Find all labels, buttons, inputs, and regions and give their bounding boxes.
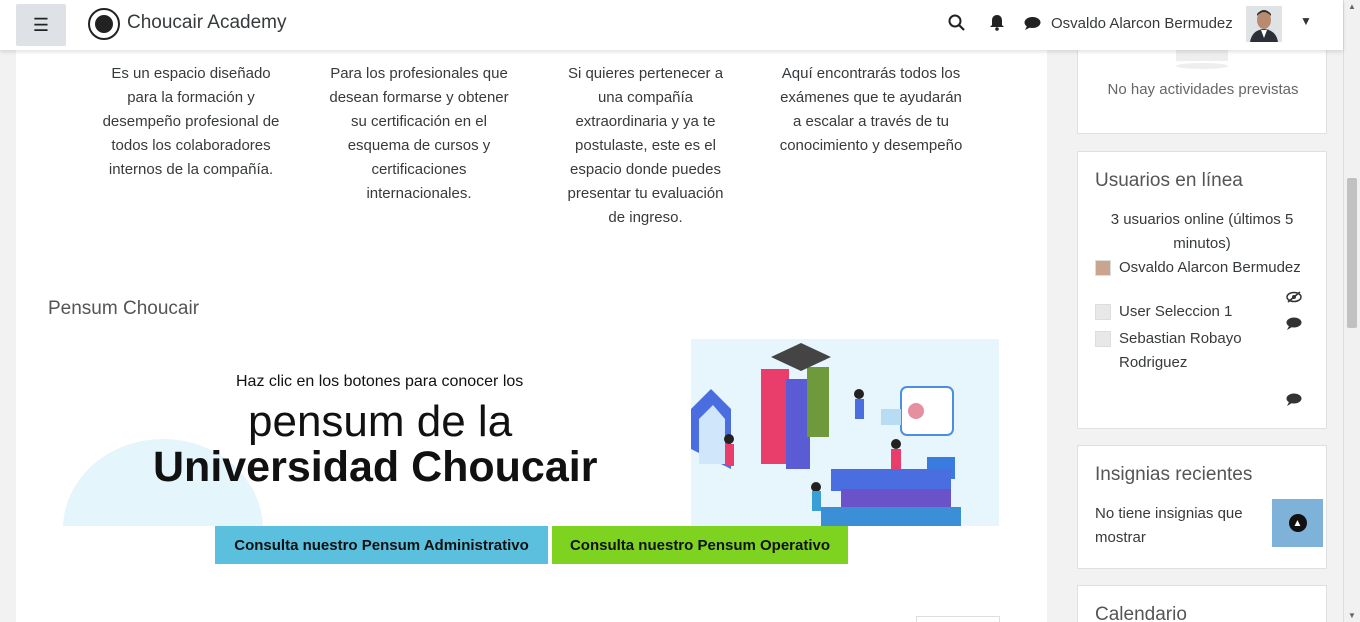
pensum-operative-button[interactable]: Consulta nuestro Pensum Operativo bbox=[552, 526, 848, 564]
feature-text-2: Para los profesionales que desean formar… bbox=[329, 65, 509, 202]
online-user-1[interactable]: Osvaldo Alarcon Bermudez bbox=[1095, 256, 1309, 280]
calendar-card: Calendario bbox=[1077, 585, 1327, 622]
banner-heading-bold: Universidad Choucair bbox=[153, 443, 598, 491]
online-user-2[interactable]: User Seleccion 1 bbox=[1095, 300, 1309, 324]
page-scrollbar[interactable]: ▲ ▼ bbox=[1343, 0, 1360, 622]
user-avatar-2 bbox=[1095, 304, 1111, 320]
banner-intro: Haz clic en los botones para conocer los bbox=[236, 373, 524, 390]
chevron-up-icon: ▲ bbox=[1288, 514, 1307, 532]
online-user-3[interactable]: Sebastian Robayo Rodriguez bbox=[1095, 327, 1309, 375]
online-user-name[interactable]: Sebastian Robayo Rodriguez bbox=[1119, 327, 1299, 375]
scrollbar-thumb[interactable] bbox=[1347, 178, 1357, 328]
pensum-admin-button[interactable]: Consulta nuestro Pensum Administrativo bbox=[215, 526, 548, 564]
chat-icon[interactable] bbox=[1286, 317, 1302, 333]
banner-heading: pensum de la bbox=[248, 397, 513, 446]
menu-icon: ☰ bbox=[32, 14, 50, 35]
badges-empty-text: No tiene insignias que mostrar bbox=[1095, 505, 1243, 546]
user-avatar-1 bbox=[1095, 260, 1111, 276]
feature-text-3: Si quieres pertenecer a una compañía ext… bbox=[567, 65, 724, 226]
brand-logo[interactable] bbox=[88, 8, 120, 40]
feature-text-1: Es un espacio diseñado para la formación… bbox=[102, 65, 280, 178]
user-avatar-3 bbox=[1095, 331, 1111, 347]
calendar-title: Calendario bbox=[1095, 604, 1187, 622]
online-user-name[interactable]: User Seleccion 1 bbox=[1119, 300, 1232, 324]
upcoming-empty-text: No hay actividades previstas bbox=[1107, 81, 1299, 98]
scroll-to-top-button[interactable]: ▲ bbox=[1272, 499, 1323, 547]
user-name[interactable]: Osvaldo Alarcon Bermudez bbox=[1051, 15, 1233, 32]
online-user-name[interactable]: Osvaldo Alarcon Bermudez bbox=[1119, 256, 1301, 280]
online-users-card: Usuarios en línea 3 usuarios online (últ… bbox=[1077, 151, 1327, 429]
top-navbar: ☰ Choucair Academy Osvaldo Alarcon Bermu… bbox=[0, 0, 1343, 50]
pensum-banner: Haz clic en los botones para conocer los… bbox=[63, 339, 999, 526]
online-summary: 3 usuarios online (últimos 5 minutos) bbox=[1110, 211, 1294, 252]
main-content: Es un espacio diseñado para la formación… bbox=[16, 50, 1047, 622]
chat-icon[interactable] bbox=[1024, 16, 1041, 36]
menu-toggle-button[interactable]: ☰ bbox=[16, 4, 66, 46]
search-icon[interactable] bbox=[948, 14, 965, 36]
logo-mark bbox=[95, 15, 113, 33]
banner-illustration bbox=[691, 339, 999, 526]
bell-icon[interactable] bbox=[989, 14, 1005, 36]
scroll-up-arrow[interactable]: ▲ bbox=[1348, 2, 1356, 11]
feature-text-4: Aquí encontrarás todos los exámenes que … bbox=[779, 65, 963, 154]
brand-name[interactable]: Choucair Academy bbox=[127, 12, 286, 34]
upcoming-events-card: No hay actividades previstas bbox=[1077, 36, 1327, 134]
badges-title: Insignias recientes bbox=[1095, 464, 1253, 485]
user-avatar[interactable] bbox=[1246, 6, 1282, 42]
partial-navigation-controls bbox=[916, 616, 1000, 622]
pensum-title: Pensum Choucair bbox=[48, 298, 200, 319]
scroll-down-arrow[interactable]: ▼ bbox=[1348, 611, 1356, 620]
caret-down-icon[interactable]: ▼ bbox=[1300, 14, 1312, 28]
eye-slash-icon[interactable] bbox=[1286, 290, 1302, 306]
online-users-title: Usuarios en línea bbox=[1095, 170, 1243, 191]
chat-icon[interactable] bbox=[1286, 393, 1302, 409]
